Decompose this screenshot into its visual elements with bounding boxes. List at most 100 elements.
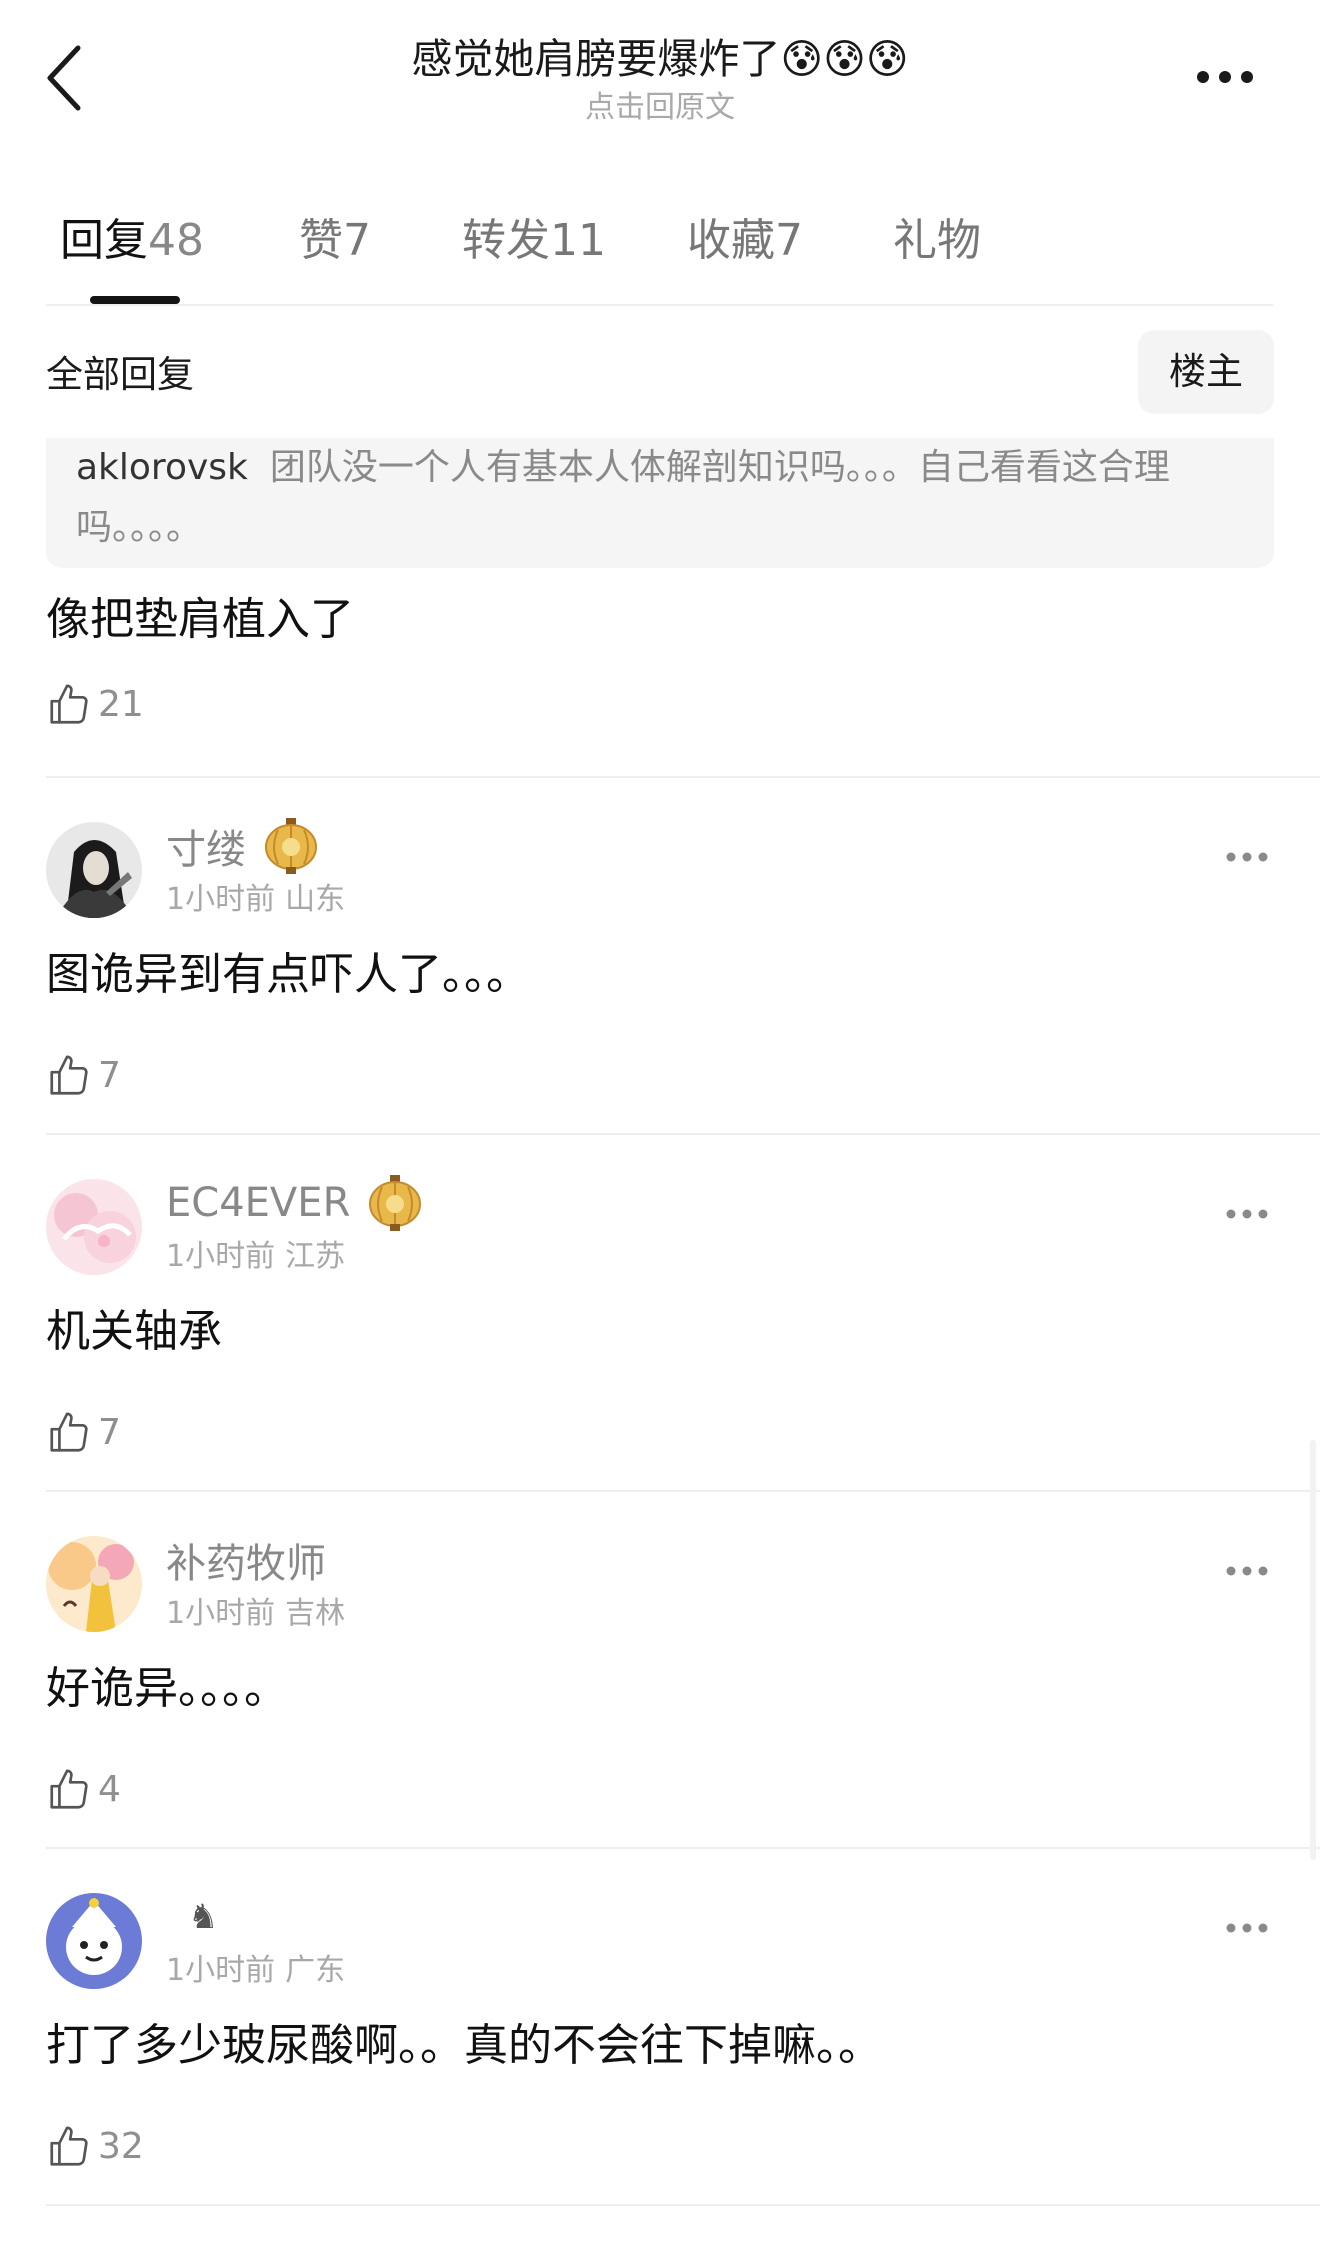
like-count: 7 bbox=[98, 1055, 121, 1096]
divider bbox=[46, 2204, 1320, 2206]
comment-time: 1小时前 bbox=[166, 882, 276, 917]
tab-gifts-label: 礼物 bbox=[893, 215, 981, 266]
comment-location: 吉林 bbox=[285, 1596, 346, 1631]
comment-text: 好诡异。。。。 bbox=[46, 1663, 288, 1714]
comment-time: 1小时前 bbox=[166, 1953, 276, 1988]
more-dots-icon bbox=[1197, 71, 1253, 83]
like-button[interactable]: 7 bbox=[46, 1046, 121, 1106]
op-only-button[interactable]: 楼主 bbox=[1138, 330, 1274, 414]
comment-more-button[interactable] bbox=[1222, 842, 1272, 872]
post-title: 感觉她肩膀要爆炸了😰😰😰 bbox=[411, 35, 909, 83]
avatar-image bbox=[46, 822, 142, 918]
comment-meta: 1小时前 吉林 bbox=[166, 1594, 345, 1634]
comment-item: ♞ 1小时前 广东 打了多少玻尿酸啊。。真的不会往下掉嘛。。 32 bbox=[46, 1893, 1274, 2243]
divider bbox=[46, 1847, 1320, 1849]
username[interactable]: ♞ bbox=[188, 1897, 218, 1937]
quoted-username[interactable]: aklorovsk bbox=[76, 447, 248, 488]
reply-text: 像把垫肩植入了 bbox=[46, 594, 354, 645]
top-bar: 感觉她肩膀要爆炸了😰😰😰 点击回原文 bbox=[0, 0, 1320, 150]
like-count: 21 bbox=[98, 684, 144, 725]
tab-replies[interactable]: 回复48 bbox=[60, 205, 204, 277]
comment-time: 1小时前 bbox=[166, 1239, 276, 1274]
avatar-image bbox=[46, 1179, 142, 1275]
comment-text: 打了多少玻尿酸啊。。真的不会往下掉嘛。。 bbox=[46, 2020, 882, 2071]
tab-replies-count: 48 bbox=[148, 215, 204, 266]
like-button[interactable]: 32 bbox=[46, 2117, 144, 2177]
tab-reposts-label: 转发 bbox=[462, 215, 550, 266]
post-title-area[interactable]: 感觉她肩膀要爆炸了😰😰😰 点击回原文 bbox=[200, 30, 1120, 128]
thumbs-up-icon bbox=[50, 684, 88, 724]
tab-reposts[interactable]: 转发11 bbox=[462, 205, 606, 277]
quoted-reply-content: aklorovsk 团队没一个人有基本人体解剖知识吗。。。自己看看这合理吗。。。。 bbox=[76, 438, 1246, 558]
lantern-icon bbox=[369, 1175, 422, 1231]
tab-likes[interactable]: 赞7 bbox=[299, 205, 371, 277]
like-count: 4 bbox=[98, 1769, 121, 1810]
comment-location: 广东 bbox=[285, 1953, 346, 1988]
thumbs-up-icon bbox=[50, 1412, 88, 1452]
more-options-button[interactable] bbox=[1185, 52, 1265, 102]
quoted-reply[interactable]: aklorovsk 团队没一个人有基本人体解剖知识吗。。。自己看看这合理吗。。。。 bbox=[46, 438, 1274, 568]
reply-content-block: 像把垫肩植入了 21 bbox=[46, 585, 1274, 735]
divider bbox=[46, 1490, 1320, 1492]
thumbs-up-icon bbox=[50, 1769, 88, 1809]
avatar[interactable] bbox=[46, 1179, 142, 1275]
comment-item: EC4EVER 1小时前 江苏 机关轴承 7 bbox=[46, 1175, 1274, 1529]
comment-location: 山东 bbox=[285, 882, 346, 917]
avatar[interactable] bbox=[46, 1893, 142, 1989]
more-dots-icon bbox=[1226, 1566, 1268, 1576]
username-row: ♞ bbox=[166, 1887, 218, 1947]
tab-reposts-count: 11 bbox=[550, 215, 606, 266]
tabs-divider bbox=[46, 304, 1274, 306]
like-button[interactable]: 4 bbox=[46, 1760, 121, 1820]
thumbs-up-icon bbox=[50, 2126, 88, 2166]
like-button[interactable]: 7 bbox=[46, 1403, 121, 1463]
tab-replies-label: 回复 bbox=[60, 215, 148, 266]
tab-favorites[interactable]: 收藏7 bbox=[687, 205, 803, 277]
all-replies-title: 全部回复 bbox=[46, 353, 194, 396]
tab-favorites-label: 收藏 bbox=[687, 215, 775, 266]
comment-more-button[interactable] bbox=[1222, 1199, 1272, 1229]
tab-likes-count: 7 bbox=[343, 215, 371, 266]
scrollbar[interactable] bbox=[1310, 1440, 1316, 1860]
more-dots-icon bbox=[1226, 1923, 1268, 1933]
comment-time: 1小时前 bbox=[166, 1596, 276, 1631]
like-button[interactable]: 21 bbox=[46, 675, 1274, 735]
comment-meta: 1小时前 广东 bbox=[166, 1951, 345, 1991]
thumbs-up-icon bbox=[50, 1055, 88, 1095]
chevron-left-icon bbox=[47, 45, 81, 111]
divider bbox=[46, 776, 1320, 778]
comment-item: 寸缕 1小时前 山东 图诡异到有点吓人了。。。 7 bbox=[46, 818, 1274, 1172]
comment-text: 机关轴承 bbox=[46, 1306, 222, 1357]
tab-likes-label: 赞 bbox=[299, 215, 343, 266]
tab-gifts[interactable]: 礼物 bbox=[893, 205, 981, 277]
tab-favorites-count: 7 bbox=[775, 215, 803, 266]
comment-more-button[interactable] bbox=[1222, 1913, 1272, 1943]
more-dots-icon bbox=[1226, 852, 1268, 862]
comment-item: 补药牧师 1小时前 吉林 好诡异。。。。 4 bbox=[46, 1536, 1274, 1886]
back-button[interactable] bbox=[38, 38, 98, 118]
avatar-image bbox=[46, 1893, 142, 1989]
tab-bar: 回复48 赞7 转发11 收藏7 礼物 bbox=[46, 205, 1276, 305]
username-row: 补药牧师 bbox=[166, 1530, 326, 1590]
comment-text: 图诡异到有点吓人了。。。 bbox=[46, 949, 530, 1000]
like-count: 7 bbox=[98, 1412, 121, 1453]
more-dots-icon bbox=[1226, 1209, 1268, 1219]
active-tab-indicator bbox=[90, 296, 180, 304]
back-to-original-link[interactable]: 点击回原文 bbox=[200, 88, 1120, 128]
username[interactable]: 寸缕 bbox=[166, 817, 246, 875]
lantern-icon bbox=[265, 818, 317, 874]
comment-meta: 1小时前 江苏 bbox=[166, 1237, 345, 1277]
replies-section-header: 全部回复 楼主 bbox=[46, 330, 1274, 414]
comment-location: 江苏 bbox=[285, 1239, 346, 1274]
avatar-image bbox=[46, 1536, 142, 1632]
comment-meta: 1小时前 山东 bbox=[166, 880, 345, 920]
username[interactable]: 补药牧师 bbox=[166, 1531, 326, 1589]
username-row: EC4EVER bbox=[166, 1173, 422, 1233]
avatar[interactable] bbox=[46, 1536, 142, 1632]
username[interactable]: EC4EVER bbox=[166, 1180, 350, 1226]
avatar[interactable] bbox=[46, 822, 142, 918]
divider bbox=[46, 1133, 1320, 1135]
like-count: 32 bbox=[98, 2126, 144, 2167]
username-row: 寸缕 bbox=[166, 816, 318, 876]
comment-more-button[interactable] bbox=[1222, 1556, 1272, 1586]
